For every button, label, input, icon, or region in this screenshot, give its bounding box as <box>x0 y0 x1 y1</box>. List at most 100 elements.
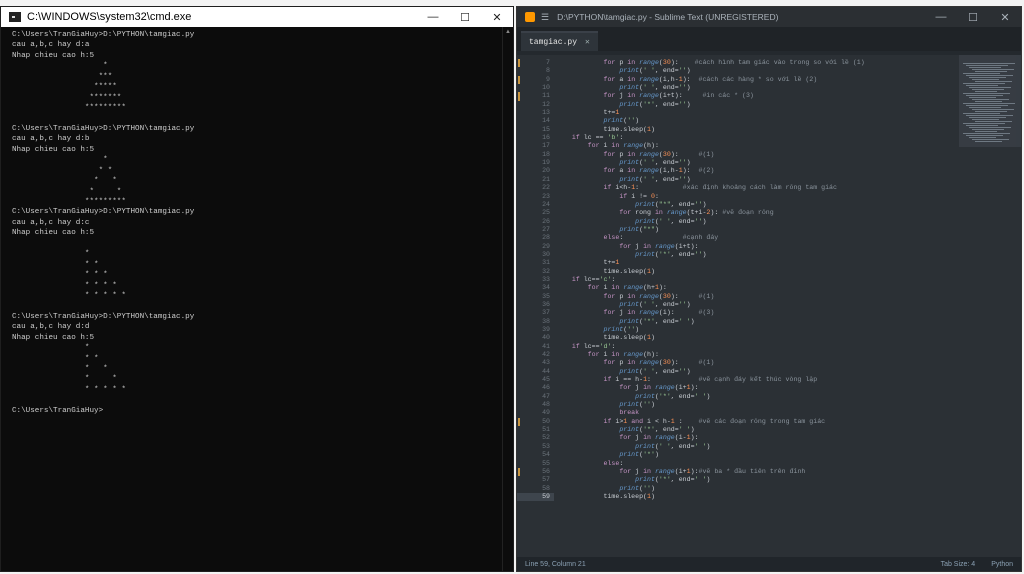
code-line[interactable]: else: #cạnh đáy <box>556 234 951 242</box>
tab-tamgiac[interactable]: tamgiac.py ✕ <box>521 31 598 51</box>
code-line[interactable]: print(' ', end='') <box>556 368 951 376</box>
line-number: 23 <box>542 192 550 200</box>
minimap[interactable] <box>959 55 1021 147</box>
code-line[interactable]: for rong in range(t+i-2): #vẽ đoạn rỗng <box>556 209 951 217</box>
close-icon[interactable]: ✕ <box>481 7 513 27</box>
scroll-up-icon[interactable]: ▲ <box>503 27 513 37</box>
tab-close-icon[interactable]: ✕ <box>585 37 590 47</box>
code-line[interactable]: for i in range(h): <box>556 142 951 150</box>
cmd-titlebar[interactable]: C:\WINDOWS\system32\cmd.exe — ☐ ✕ <box>1 7 513 27</box>
maximize-icon[interactable]: ☐ <box>957 7 989 27</box>
code-line[interactable]: print('') <box>556 117 951 125</box>
minimap-line <box>972 109 1014 110</box>
line-number: 59 <box>517 492 554 502</box>
sublime-titlebar[interactable]: ☰ D:\PYTHON\tamgiac.py - Sublime Text (U… <box>517 7 1021 27</box>
minimap-line <box>972 89 1004 90</box>
code-line[interactable]: for j in range(i): #(3) <box>556 309 951 317</box>
code-line[interactable]: print("*", end='') <box>556 201 951 209</box>
code-line[interactable]: print('') <box>556 485 951 493</box>
code-line[interactable]: time.sleep(1) <box>556 268 951 276</box>
minimap-line <box>966 65 1008 66</box>
code-line[interactable]: for j in range(i+1):#vẽ ba * đầu tiên tr… <box>556 468 951 476</box>
minimap-line <box>966 95 1003 96</box>
line-number: 57 <box>542 476 550 484</box>
minimize-icon[interactable]: — <box>417 7 449 27</box>
code-line[interactable]: print("*") <box>556 226 951 234</box>
console-line: Nhap chieu cao h:5 <box>12 145 95 154</box>
code-line[interactable]: for j in range(i+t): #in các * (3) <box>556 92 951 100</box>
minimap-line <box>963 63 1015 64</box>
code-line[interactable]: for p in range(30): #(1) <box>556 293 951 301</box>
code-line[interactable]: print('*', end=' ') <box>556 426 951 434</box>
minimize-icon[interactable]: — <box>925 7 957 27</box>
code-line[interactable]: print('*', end='') <box>556 101 951 109</box>
code-line[interactable]: if lc=='c': <box>556 276 951 284</box>
minimap-line <box>972 99 1009 100</box>
console-line: * <box>12 62 108 71</box>
menu-icon[interactable]: ☰ <box>541 12 549 23</box>
code-line[interactable]: print(' ', end='') <box>556 67 951 75</box>
minimap-line <box>972 79 999 80</box>
console-line: * * <box>12 166 113 175</box>
code-line[interactable]: print(' ', end='') <box>556 84 951 92</box>
code-line[interactable]: print(' ', end='') <box>556 218 951 226</box>
code-line[interactable]: for p in range(30): #(1) <box>556 151 951 159</box>
close-icon[interactable]: ✕ <box>989 7 1021 27</box>
line-number: 17 <box>542 142 550 150</box>
console-line: cau a,b,c hay d:a <box>12 41 90 50</box>
code-line[interactable]: time.sleep(1) <box>556 334 951 342</box>
console-line: *** <box>12 72 113 81</box>
code-line[interactable]: print(' ', end=' ') <box>556 443 951 451</box>
console-line: * * * * * <box>12 291 126 300</box>
code-line[interactable]: for j in range(i-1): <box>556 434 951 442</box>
console-line: * * * <box>12 271 108 280</box>
code-line[interactable]: print('') <box>556 401 951 409</box>
code-line[interactable]: print('*', end='') <box>556 251 951 259</box>
code-line[interactable]: print(' ', end='') <box>556 159 951 167</box>
line-number: 31 <box>542 259 550 267</box>
code-line[interactable]: print(' ', end='') <box>556 301 951 309</box>
code-line[interactable]: time.sleep(1) <box>556 493 951 501</box>
code-line[interactable]: t+=1 <box>556 259 951 267</box>
maximize-icon[interactable]: ☐ <box>449 7 481 27</box>
code-line[interactable]: print('*', end=' ') <box>556 318 951 326</box>
console-output[interactable]: C:\Users\TranGiaHuy>D:\PYTHON\tamgiac.py… <box>1 27 513 416</box>
cmd-scrollbar[interactable]: ▲ <box>502 27 513 571</box>
code-line[interactable]: print('*', end=' ') <box>556 393 951 401</box>
syntax-mode[interactable]: Python <box>991 561 1013 568</box>
code-line[interactable]: if i == h-1: #vẽ cạnh đáy kết thúc vòng … <box>556 376 951 384</box>
console-line: * * * * * <box>12 385 126 394</box>
code-line[interactable]: if lc == 'b': <box>556 134 951 142</box>
code-line[interactable]: for j in range(i+t): <box>556 243 951 251</box>
code-line[interactable]: if i != 0: <box>556 193 951 201</box>
tab-size[interactable]: Tab Size: 4 <box>941 561 976 568</box>
code-line[interactable]: for i in range(h+1): <box>556 284 951 292</box>
code-line[interactable]: for p in range(30): #cách hình tam giác … <box>556 59 951 67</box>
line-number: 32 <box>542 267 550 275</box>
code-line[interactable]: for j in range(i+1): <box>556 384 951 392</box>
code-line[interactable]: print('') <box>556 326 951 334</box>
console-line: C:\Users\TranGiaHuy>D:\PYTHON\tamgiac.py <box>12 124 195 133</box>
code-editor[interactable]: 7 8 9 10 11 12 13 14 15 16 17 18 19 20 21 22 23 24 25 26 27 2… <box>517 55 1021 557</box>
code-line[interactable]: for a in range(i,h-1): #cách các hàng * … <box>556 76 951 84</box>
code-line[interactable]: for i in range(h): <box>556 351 951 359</box>
code-line[interactable]: print('*', end=' ') <box>556 476 951 484</box>
sublime-window[interactable]: ☰ D:\PYTHON\tamgiac.py - Sublime Text (U… <box>516 6 1022 572</box>
line-number: 16 <box>542 134 550 142</box>
cursor-position[interactable]: Line 59, Column 21 <box>525 561 586 568</box>
code-area[interactable]: for p in range(30): #cách hình tam giác … <box>556 59 951 501</box>
console-line: * <box>12 344 90 353</box>
code-line[interactable]: if lc=='d': <box>556 343 951 351</box>
code-line[interactable]: if i>1 and i < h-1 : #vẽ các đoạn rỗng t… <box>556 418 951 426</box>
code-line[interactable]: for a in range(i,h-1): #(2) <box>556 167 951 175</box>
code-line[interactable]: if i<h-1: #xác định khoảng cách làm rỗng… <box>556 184 951 192</box>
code-line[interactable]: print('*') <box>556 451 951 459</box>
line-number: 47 <box>542 392 550 400</box>
code-line[interactable]: t+=1 <box>556 109 951 117</box>
code-line[interactable]: break <box>556 409 951 417</box>
code-line[interactable]: print(' ', end='') <box>556 176 951 184</box>
code-line[interactable]: else: <box>556 460 951 468</box>
code-line[interactable]: time.sleep(1) <box>556 126 951 134</box>
code-line[interactable]: for p in range(30): #(1) <box>556 359 951 367</box>
cmd-window[interactable]: C:\WINDOWS\system32\cmd.exe — ☐ ✕ C:\Use… <box>0 6 514 572</box>
